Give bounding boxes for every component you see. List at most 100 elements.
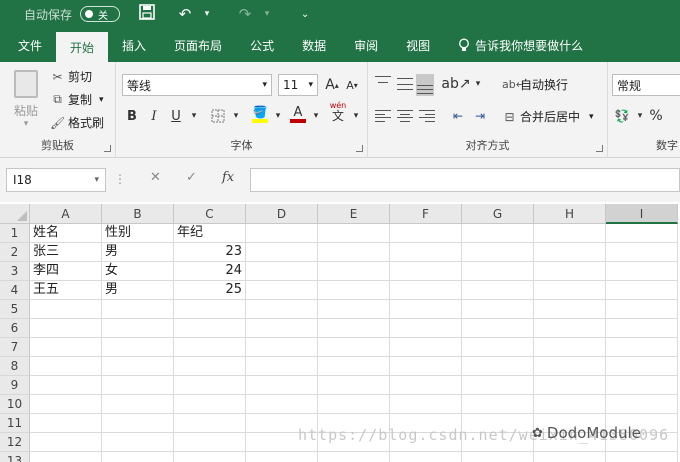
- cell-b3[interactable]: 女: [102, 262, 174, 281]
- tab-file[interactable]: 文件: [0, 28, 56, 62]
- paste-button[interactable]: 粘贴 ▾: [8, 68, 44, 130]
- name-box[interactable]: I18 ▾: [6, 168, 106, 192]
- cell-b2[interactable]: 男: [102, 243, 174, 262]
- increase-indent-icon[interactable]: ⇥: [470, 106, 490, 126]
- cell-g2[interactable]: [462, 243, 534, 262]
- cell-e5[interactable]: [318, 300, 390, 319]
- cell-c4[interactable]: 25: [174, 281, 246, 300]
- cell-h2[interactable]: [534, 243, 606, 262]
- cell-b13[interactable]: [102, 452, 174, 462]
- cell-d9[interactable]: [246, 376, 318, 395]
- cell-g5[interactable]: [462, 300, 534, 319]
- font-color-button[interactable]: A: [288, 104, 308, 124]
- cell-e13[interactable]: [318, 452, 390, 462]
- customize-toolbar-icon[interactable]: ⌄: [294, 9, 316, 20]
- cell-e10[interactable]: [318, 395, 390, 414]
- row-header-1[interactable]: 1: [0, 224, 30, 243]
- cell-c8[interactable]: [174, 357, 246, 376]
- format-painter-button[interactable]: 🖌 格式刷: [50, 114, 104, 131]
- cell-e2[interactable]: [318, 243, 390, 262]
- font-name-select[interactable]: 等线 ▾: [122, 74, 272, 96]
- cell-h10[interactable]: [534, 395, 606, 414]
- column-header-g[interactable]: G: [462, 204, 534, 224]
- cell-i9[interactable]: [606, 376, 678, 395]
- cell-i2[interactable]: [606, 243, 678, 262]
- cell-h9[interactable]: [534, 376, 606, 395]
- cell-b10[interactable]: [102, 395, 174, 414]
- cell-a3[interactable]: 李四: [30, 262, 102, 281]
- tab-data[interactable]: 数据: [288, 28, 340, 62]
- cell-h13[interactable]: [534, 452, 606, 462]
- tab-view[interactable]: 视图: [392, 28, 444, 62]
- cell-a13[interactable]: [30, 452, 102, 462]
- cell-g13[interactable]: [462, 452, 534, 462]
- cell-b9[interactable]: [102, 376, 174, 395]
- cell-c10[interactable]: [174, 395, 246, 414]
- wrap-text-button[interactable]: ab↵ 自动换行: [502, 76, 568, 93]
- cell-i13[interactable]: [606, 452, 678, 462]
- redo-dropdown-icon[interactable]: ▾: [256, 9, 278, 19]
- cell-h3[interactable]: [534, 262, 606, 281]
- cell-i1[interactable]: [606, 224, 678, 243]
- cell-a2[interactable]: 张三: [30, 243, 102, 262]
- shrink-font-button[interactable]: A ▾: [342, 75, 362, 95]
- cell-a10[interactable]: [30, 395, 102, 414]
- cell-i7[interactable]: [606, 338, 678, 357]
- column-header-f[interactable]: F: [390, 204, 462, 224]
- cell-d10[interactable]: [246, 395, 318, 414]
- tab-review[interactable]: 审阅: [340, 28, 392, 62]
- cell-h5[interactable]: [534, 300, 606, 319]
- cell-g3[interactable]: [462, 262, 534, 281]
- cell-f1[interactable]: [390, 224, 462, 243]
- tab-formulas[interactable]: 公式: [236, 28, 288, 62]
- cell-c6[interactable]: [174, 319, 246, 338]
- cell-e3[interactable]: [318, 262, 390, 281]
- middle-align-icon[interactable]: [396, 76, 414, 92]
- column-header-a[interactable]: A: [30, 204, 102, 224]
- cell-e4[interactable]: [318, 281, 390, 300]
- autosave-toggle[interactable]: 关: [80, 6, 121, 22]
- cell-f7[interactable]: [390, 338, 462, 357]
- cell-f10[interactable]: [390, 395, 462, 414]
- fill-color-dropdown-icon[interactable]: ▾: [268, 106, 288, 126]
- cell-h6[interactable]: [534, 319, 606, 338]
- redo-icon[interactable]: ↷: [234, 5, 256, 23]
- cut-button[interactable]: ✂ 剪切: [50, 68, 92, 85]
- cell-c1[interactable]: 年纪: [174, 224, 246, 243]
- column-header-i[interactable]: I: [606, 204, 678, 224]
- cell-f3[interactable]: [390, 262, 462, 281]
- cell-a6[interactable]: [30, 319, 102, 338]
- cell-d5[interactable]: [246, 300, 318, 319]
- cell-d1[interactable]: [246, 224, 318, 243]
- row-header-12[interactable]: 12: [0, 433, 30, 452]
- top-align-icon[interactable]: [374, 74, 392, 90]
- cell-i3[interactable]: [606, 262, 678, 281]
- phonetic-dropdown-icon[interactable]: ▾: [346, 106, 366, 126]
- column-header-c[interactable]: C: [174, 204, 246, 224]
- align-right-icon[interactable]: [418, 108, 436, 124]
- align-center-icon[interactable]: [396, 108, 414, 124]
- cell-g7[interactable]: [462, 338, 534, 357]
- cell-a9[interactable]: [30, 376, 102, 395]
- cell-a11[interactable]: [30, 414, 102, 433]
- grow-font-button[interactable]: A ▴: [322, 75, 342, 95]
- tab-page-layout[interactable]: 页面布局: [160, 28, 236, 62]
- cell-e8[interactable]: [318, 357, 390, 376]
- column-header-d[interactable]: D: [246, 204, 318, 224]
- formula-input[interactable]: [250, 168, 680, 192]
- column-header-h[interactable]: H: [534, 204, 606, 224]
- bottom-align-icon[interactable]: [416, 74, 434, 96]
- column-header-e[interactable]: E: [318, 204, 390, 224]
- cell-h7[interactable]: [534, 338, 606, 357]
- cell-b5[interactable]: [102, 300, 174, 319]
- cell-b8[interactable]: [102, 357, 174, 376]
- undo-dropdown-icon[interactable]: ▾: [196, 9, 218, 19]
- cell-c3[interactable]: 24: [174, 262, 246, 281]
- row-header-10[interactable]: 10: [0, 395, 30, 414]
- percent-style-button[interactable]: %: [646, 106, 666, 126]
- cell-b12[interactable]: [102, 433, 174, 452]
- clipboard-launcher-icon[interactable]: [104, 145, 111, 152]
- cell-d13[interactable]: [246, 452, 318, 462]
- cell-c2[interactable]: 23: [174, 243, 246, 262]
- cell-g8[interactable]: [462, 357, 534, 376]
